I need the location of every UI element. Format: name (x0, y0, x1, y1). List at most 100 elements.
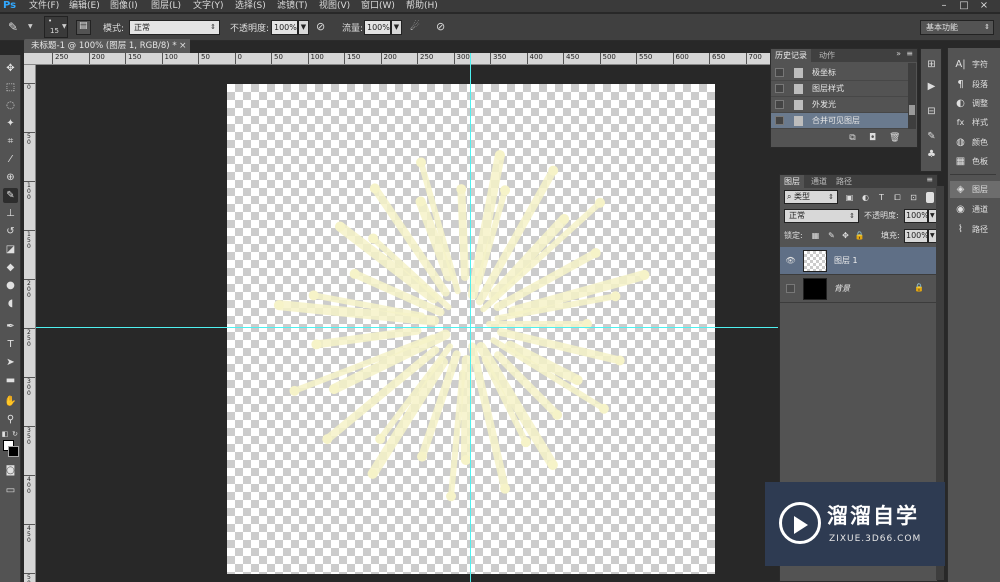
dock-paths[interactable]: ⌇ 路径 (950, 221, 1000, 238)
vertical-guide[interactable] (470, 53, 471, 582)
pressure-opacity-icon[interactable]: ⊘ (316, 20, 325, 33)
menu-window[interactable]: 窗口(W) (361, 0, 395, 12)
filter-adjustment-icon[interactable]: ◐ (860, 192, 871, 203)
dock-swatches[interactable]: ▦ 色板 (950, 153, 1000, 170)
close-window-icon[interactable]: × (974, 0, 994, 12)
filter-type-icon[interactable]: T (876, 192, 887, 203)
dock-channels[interactable]: ◉ 通道 (950, 201, 1000, 218)
rectangle-tool-icon[interactable]: ▬ (3, 373, 18, 388)
path-selection-tool-icon[interactable]: ➤ (3, 355, 18, 370)
filter-kind-dropdown[interactable]: ⌕ 类型 ⇕ (784, 190, 838, 204)
menu-type[interactable]: 文字(Y) (193, 0, 224, 12)
history-brush-source-box[interactable] (775, 84, 784, 93)
history-item-selected[interactable]: 合并可见图层 (771, 113, 909, 129)
menu-select[interactable]: 选择(S) (235, 0, 266, 12)
actions-panel-icon[interactable]: ▶ (924, 79, 939, 94)
tab-channels[interactable]: 通道 (807, 175, 831, 188)
airbrush-icon[interactable]: ☄ (410, 20, 420, 33)
workspace-switcher[interactable]: 基本功能 ⇕ (920, 20, 994, 35)
fill-input[interactable]: 100% (904, 229, 929, 243)
lasso-tool-icon[interactable]: ◌ (3, 98, 18, 113)
history-brush-tool-icon[interactable]: ↺ (3, 224, 18, 239)
menu-view[interactable]: 视图(V) (319, 0, 350, 12)
layer-row-layer1[interactable]: 👁 图层 1 (780, 247, 936, 275)
history-item[interactable]: 外发光 (771, 97, 909, 113)
tab-actions[interactable]: 动作 (815, 49, 839, 62)
layer-row-background[interactable]: 背景 🔒 (780, 275, 936, 303)
menu-image[interactable]: 图像(I) (110, 0, 138, 12)
quick-select-tool-icon[interactable]: ✦ (3, 116, 18, 131)
blur-tool-icon[interactable]: ● (3, 278, 18, 293)
quick-mask-icon[interactable]: ◙ (3, 463, 18, 478)
opacity-input[interactable]: 100% (271, 20, 298, 35)
close-tab-icon[interactable]: × (179, 41, 187, 51)
document-canvas[interactable] (227, 84, 715, 574)
panel-menu-icon[interactable]: ≡ (926, 175, 933, 184)
history-item[interactable]: 图层样式 (771, 81, 909, 97)
dock-paragraph[interactable]: ¶ 段落 (950, 76, 1000, 93)
history-brush-source-box[interactable] (775, 68, 784, 77)
minimize-icon[interactable]: – (934, 0, 954, 12)
opacity-slider-toggle[interactable]: ▼ (298, 20, 309, 35)
hand-tool-icon[interactable]: ✋ (3, 394, 18, 409)
menu-file[interactable]: 文件(F) (29, 0, 59, 12)
tool-presets-icon[interactable]: ✎ (924, 129, 939, 144)
horizontal-guide[interactable] (36, 327, 778, 328)
crop-tool-icon[interactable]: ⌗ (3, 134, 18, 149)
dodge-tool-icon[interactable]: ◖ (3, 296, 18, 311)
move-tool-icon[interactable]: ✥ (3, 61, 18, 76)
history-brush-source-box[interactable] (775, 100, 784, 109)
menu-help[interactable]: 帮助(H) (406, 0, 438, 12)
blend-mode-dropdown[interactable]: 正常 ⇕ (784, 209, 859, 223)
background-color-swatch[interactable] (8, 446, 19, 457)
panel-menu-icon[interactable]: ≡ (906, 49, 913, 58)
filter-smart-object-icon[interactable]: ⊡ (908, 192, 919, 203)
type-tool-icon[interactable]: T (3, 337, 18, 352)
flow-slider-toggle[interactable]: ▼ (391, 20, 402, 35)
lock-image-icon[interactable]: ✎ (826, 230, 837, 241)
menu-layer[interactable]: 图层(L) (151, 0, 181, 12)
dock-layers[interactable]: ◈ 图层 (950, 181, 1000, 198)
eyedropper-tool-icon[interactable]: ⁄ (3, 152, 18, 167)
delete-state-icon[interactable]: 🗑 (889, 133, 900, 143)
brush-tool-icon[interactable]: ✎ (8, 20, 18, 34)
tab-layers[interactable]: 图层 (780, 175, 804, 188)
filter-pixel-icon[interactable]: ▣ (844, 192, 855, 203)
healing-brush-tool-icon[interactable]: ⊕ (3, 170, 18, 185)
history-brush-source-box[interactable] (775, 116, 784, 125)
history-panel-icon[interactable]: ⊞ (924, 57, 939, 72)
maximize-icon[interactable]: □ (954, 0, 974, 12)
filter-shape-icon[interactable]: ⧠ (892, 192, 903, 203)
pen-tool-icon[interactable]: ✒ (3, 319, 18, 334)
brush-panel-toggle[interactable]: ▤ (76, 20, 91, 35)
history-item[interactable]: 极坐标 (771, 65, 909, 81)
dock-character[interactable]: A| 字符 (950, 56, 1000, 73)
dock-styles[interactable]: fx 样式 (950, 114, 1000, 131)
new-document-from-state-icon[interactable]: ⧉ (847, 133, 858, 143)
marquee-tool-icon[interactable]: ⬚ (3, 80, 18, 95)
lock-position-icon[interactable]: ✥ (840, 230, 851, 241)
clone-stamp-tool-icon[interactable]: ⊥ (3, 206, 18, 221)
filter-toggle-icon[interactable] (926, 192, 934, 203)
paint-bucket-tool-icon[interactable]: ◆ (3, 260, 18, 275)
layer-opacity-input[interactable]: 100% (904, 209, 929, 223)
menu-edit[interactable]: 编辑(E) (69, 0, 100, 12)
lock-all-icon[interactable]: 🔒 (854, 230, 865, 241)
visibility-toggle-box[interactable] (786, 284, 795, 293)
canvas-area[interactable] (36, 65, 778, 582)
tool-preset-arrow-icon[interactable]: ▼ (28, 23, 33, 30)
screen-mode-icon[interactable]: ▭ (3, 483, 18, 498)
menu-filter[interactable]: 滤镜(T) (277, 0, 308, 12)
dock-adjustments[interactable]: ◐ 调整 (950, 95, 1000, 112)
eraser-tool-icon[interactable]: ◪ (3, 242, 18, 257)
history-scroll-thumb[interactable] (909, 105, 915, 115)
zoom-tool-icon[interactable]: ⚲ (3, 412, 18, 427)
document-tab[interactable]: 未标题-1 @ 100% (图层 1, RGB/8) * (24, 39, 190, 53)
new-snapshot-icon[interactable]: ◘ (867, 133, 878, 143)
visibility-eye-icon[interactable]: 👁 (785, 255, 796, 266)
dock-color[interactable]: ◍ 颜色 (950, 134, 1000, 151)
collapse-icon[interactable]: » (896, 49, 901, 58)
tab-history[interactable]: 历史记录 (771, 49, 811, 62)
brush-preset-picker[interactable]: • 15 ▼ (44, 16, 68, 38)
flow-input[interactable]: 100% (364, 20, 391, 35)
